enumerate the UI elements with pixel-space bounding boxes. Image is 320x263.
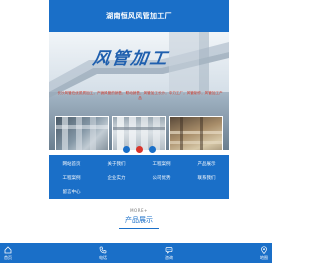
section-underline <box>119 228 159 229</box>
tab-chat[interactable]: 咨询 <box>136 243 202 263</box>
tab-chat-label: 咨询 <box>165 254 173 260</box>
page-column: 湖南恒风风管加工厂 风管加工 长沙风管在优质质加工，产销风管的销售，联动销售，风… <box>49 0 229 263</box>
tab-home[interactable]: 首页 <box>0 243 70 263</box>
bottom-tab-bar: 首页 电话 咨询 地图 <box>0 243 272 263</box>
banner-photo <box>112 116 166 150</box>
mobile-site: 湖南恒风风管加工厂 风管加工 长沙风管在优质质加工，产销风管的销售，联动销售，风… <box>0 0 272 263</box>
banner-photo <box>169 116 223 150</box>
nav-item-advantages[interactable]: 公司优势 <box>139 171 184 185</box>
nav-item-cases[interactable]: 工程案例 <box>139 157 184 171</box>
section-more-link[interactable]: MORE+ <box>49 208 229 213</box>
site-title: 湖南恒风风管加工厂 <box>106 12 172 20</box>
carousel-dot[interactable] <box>122 146 130 153</box>
banner-photo-strip <box>55 116 223 150</box>
nav-item-cases-2[interactable]: 工程案例 <box>49 171 94 185</box>
tab-phone-label: 电话 <box>99 254 107 260</box>
banner-brand-text: 风管加工 <box>91 49 171 69</box>
banner-description: 长沙风管在优质质加工，产销风管的销售，联动销售，风管加工长沙，中力工厂，风管制作… <box>57 91 223 100</box>
carousel-dot[interactable] <box>148 146 156 153</box>
tab-home-label: 首页 <box>4 254 12 260</box>
section-title: 产品展示 <box>125 216 153 224</box>
banner-photo <box>55 116 109 150</box>
nav-item-home[interactable]: 网站首页 <box>49 157 94 171</box>
nav-item-contact[interactable]: 联系我们 <box>184 171 229 185</box>
carousel-indicator <box>49 146 229 153</box>
map-pin-icon <box>260 245 268 254</box>
nav-item-products[interactable]: 产品展示 <box>184 157 229 171</box>
products-section-header: MORE+ 产品展示 <box>49 208 229 229</box>
tab-map[interactable]: 地图 <box>202 243 272 263</box>
tab-map-label: 地图 <box>260 254 268 260</box>
carousel-dot-active[interactable] <box>135 146 143 153</box>
tab-phone[interactable]: 电话 <box>70 243 136 263</box>
home-icon <box>4 245 12 254</box>
nav-item-about[interactable]: 关于我们 <box>94 157 139 171</box>
main-navigation: 网站首页 关于我们 工程案例 产品展示 工程案例 企业实力 公司优势 联系我们 … <box>49 155 229 199</box>
nav-item-strength[interactable]: 企业实力 <box>94 171 139 185</box>
chat-icon <box>165 246 173 254</box>
hero-banner[interactable]: 风管加工 长沙风管在优质质加工，产销风管的销售，联动销售，风管加工长沙，中力工厂… <box>49 32 229 150</box>
site-header: 湖南恒风风管加工厂 <box>49 0 229 32</box>
phone-icon <box>99 246 107 254</box>
nav-item-messages[interactable]: 留言中心 <box>49 185 94 199</box>
